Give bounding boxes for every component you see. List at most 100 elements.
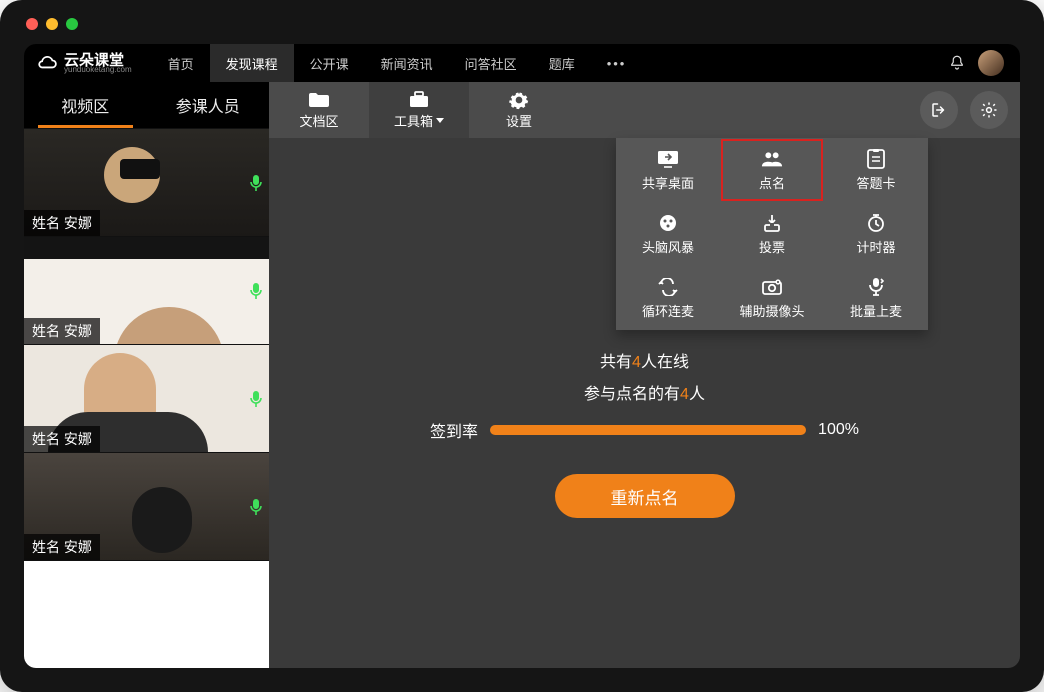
nav-qa[interactable]: 问答社区 bbox=[449, 44, 533, 82]
mic-icon[interactable] bbox=[249, 282, 263, 300]
participant-name: 姓名 安娜 bbox=[24, 210, 100, 236]
nav-news[interactable]: 新闻资讯 bbox=[365, 44, 449, 82]
maximize-window-dot[interactable] bbox=[66, 18, 78, 30]
docs-label: 文档区 bbox=[299, 111, 338, 130]
brainstorm-item[interactable]: 头脑风暴 bbox=[616, 202, 720, 266]
exit-button[interactable] bbox=[920, 91, 958, 129]
close-window-dot[interactable] bbox=[26, 18, 38, 30]
tab-participants[interactable]: 参课人员 bbox=[147, 82, 270, 128]
tab-video-area[interactable]: 视频区 bbox=[24, 82, 147, 128]
batch-mic-icon bbox=[865, 277, 887, 297]
share-screen-icon bbox=[657, 149, 679, 169]
timer-icon bbox=[865, 213, 887, 233]
window-traffic-lights bbox=[26, 18, 78, 30]
roll-call-label: 点名 bbox=[759, 173, 785, 192]
video-tile[interactable]: 姓名 安娜 bbox=[24, 236, 269, 344]
nav-news-label: 新闻资讯 bbox=[381, 54, 433, 73]
share-screen-label: 共享桌面 bbox=[642, 173, 694, 192]
nav-discover-courses[interactable]: 发现课程 bbox=[210, 44, 294, 82]
answer-card-item[interactable]: 答题卡 bbox=[824, 138, 928, 202]
mic-icon[interactable] bbox=[249, 498, 263, 516]
signin-rate-row: 签到率 100% bbox=[430, 418, 859, 442]
brainstorm-label: 头脑风暴 bbox=[642, 237, 694, 256]
briefcase-icon bbox=[408, 91, 430, 109]
timer-item[interactable]: 计时器 bbox=[824, 202, 928, 266]
timer-label: 计时器 bbox=[856, 237, 895, 256]
settings-label: 设置 bbox=[506, 111, 532, 130]
docs-area-button[interactable]: 文档区 bbox=[269, 82, 369, 138]
video-sidebar: 视频区 参课人员 姓名 安娜 姓名 安娜 bbox=[24, 82, 269, 668]
nav-open-label: 公开课 bbox=[310, 54, 349, 73]
rate-label: 签到率 bbox=[430, 418, 478, 442]
answer-card-icon bbox=[865, 149, 887, 169]
chevron-down-icon bbox=[436, 118, 444, 123]
video-tile[interactable]: 姓名 安娜 bbox=[24, 452, 269, 560]
loop-mic-icon bbox=[657, 277, 679, 297]
aux-camera-label: 辅助摄像头 bbox=[739, 301, 804, 320]
user-avatar[interactable] bbox=[974, 46, 1008, 80]
redo-rollcall-button[interactable]: 重新点名 bbox=[555, 474, 735, 518]
online-suffix: 人在线 bbox=[641, 354, 689, 371]
participated-count-line: 参与点名的有4人 bbox=[584, 380, 705, 404]
online-count-line: 共有4人在线 bbox=[600, 348, 689, 372]
tab-video-label: 视频区 bbox=[61, 93, 109, 117]
batch-mic-label: 批量上麦 bbox=[850, 301, 902, 320]
nav-qa-label: 问答社区 bbox=[465, 54, 517, 73]
nav-discover-label: 发现课程 bbox=[226, 54, 278, 73]
share-screen-item[interactable]: 共享桌面 bbox=[616, 138, 720, 202]
vote-label: 投票 bbox=[759, 237, 785, 256]
nav-home[interactable]: 首页 bbox=[152, 44, 210, 82]
nav-more[interactable]: ••• bbox=[591, 56, 643, 71]
nav-open-courses[interactable]: 公开课 bbox=[294, 44, 365, 82]
aux-camera-item[interactable]: 辅助摄像头 bbox=[720, 266, 824, 330]
video-tile-empty bbox=[24, 560, 269, 668]
participated-count: 4 bbox=[680, 386, 689, 403]
video-tile[interactable]: 姓名 安娜 bbox=[24, 128, 269, 236]
online-prefix: 共有 bbox=[600, 354, 632, 371]
aux-camera-icon bbox=[761, 277, 783, 297]
tab-participants-label: 参课人员 bbox=[176, 93, 240, 117]
online-count: 4 bbox=[632, 354, 641, 371]
exit-icon bbox=[930, 101, 948, 119]
video-tile[interactable]: 姓名 安娜 bbox=[24, 344, 269, 452]
toolbox-label: 工具箱 bbox=[394, 111, 433, 130]
loop-mic-label: 循环连麦 bbox=[642, 301, 694, 320]
rate-value: 100% bbox=[818, 421, 859, 439]
redo-rollcall-label: 重新点名 bbox=[611, 484, 679, 509]
notifications-button[interactable] bbox=[940, 46, 974, 80]
settings-button[interactable]: 设置 bbox=[469, 82, 569, 138]
people-icon bbox=[761, 149, 783, 169]
brainstorm-icon bbox=[657, 213, 679, 233]
loop-mic-item[interactable]: 循环连麦 bbox=[616, 266, 720, 330]
top-nav: 云朵课堂 yunduoketang.com 首页 发现课程 公开课 新闻资讯 问… bbox=[24, 44, 1020, 82]
participant-name: 姓名 安娜 bbox=[24, 426, 100, 452]
gear-icon bbox=[980, 101, 998, 119]
mic-icon[interactable] bbox=[249, 174, 263, 192]
toolbox-dropdown: 共享桌面 点名 答题卡 头脑风暴 bbox=[616, 138, 928, 330]
avatar-icon bbox=[978, 50, 1004, 76]
brand-logo[interactable]: 云朵课堂 yunduoketang.com bbox=[36, 53, 132, 74]
gear-icon bbox=[508, 91, 530, 109]
cloud-icon bbox=[36, 55, 58, 71]
minimize-window-dot[interactable] bbox=[46, 18, 58, 30]
toolbox-button[interactable]: 工具箱 bbox=[369, 82, 469, 138]
vote-icon bbox=[761, 213, 783, 233]
folder-icon bbox=[308, 91, 330, 109]
batch-mic-item[interactable]: 批量上麦 bbox=[824, 266, 928, 330]
settings-round-button[interactable] bbox=[970, 91, 1008, 129]
rate-progress-bar bbox=[490, 425, 806, 435]
nav-question-bank[interactable]: 题库 bbox=[533, 44, 591, 82]
nav-bank-label: 题库 bbox=[549, 54, 575, 73]
participated-suffix: 人 bbox=[689, 386, 705, 403]
roll-call-item[interactable]: 点名 bbox=[720, 138, 824, 202]
brand-sub: yunduoketang.com bbox=[64, 66, 132, 74]
answer-card-label: 答题卡 bbox=[856, 173, 895, 192]
nav-home-label: 首页 bbox=[168, 54, 194, 73]
vote-item[interactable]: 投票 bbox=[720, 202, 824, 266]
bell-icon bbox=[948, 54, 966, 72]
participated-prefix: 参与点名的有 bbox=[584, 386, 680, 403]
participant-name: 姓名 安娜 bbox=[24, 534, 100, 560]
participant-name: 姓名 安娜 bbox=[24, 318, 100, 344]
mic-icon[interactable] bbox=[249, 390, 263, 408]
main-toolbar: 文档区 工具箱 设置 bbox=[269, 82, 1020, 138]
